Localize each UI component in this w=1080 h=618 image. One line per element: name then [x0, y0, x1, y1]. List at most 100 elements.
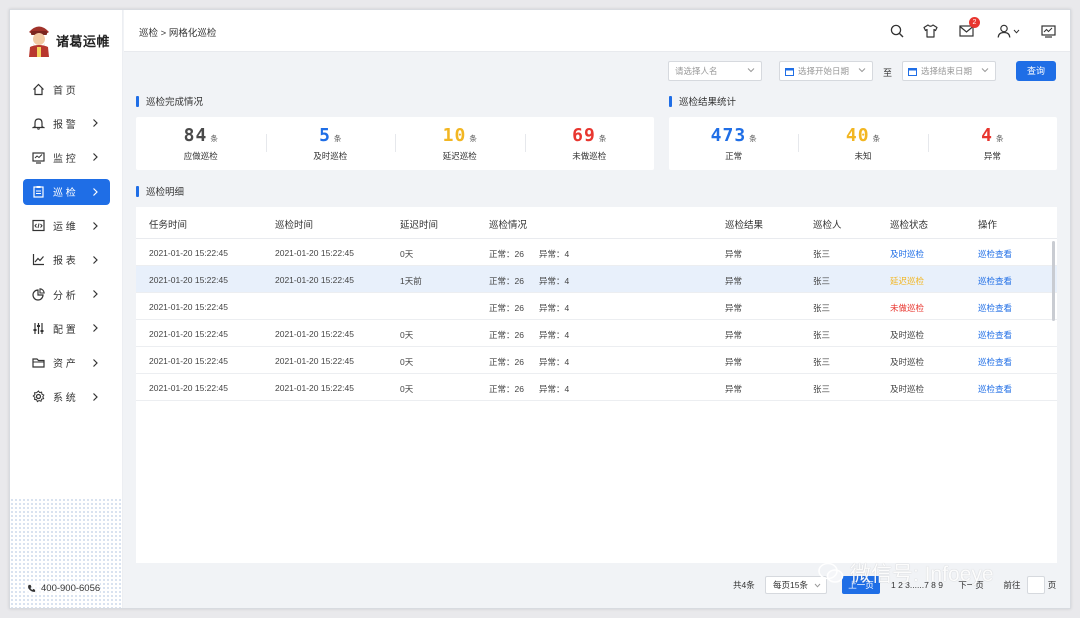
dashboard-screen-icon[interactable] — [1039, 22, 1057, 40]
sidebar-item-1[interactable]: 报 警 — [23, 110, 110, 136]
stat-item: 84 条应做巡检 — [136, 117, 266, 170]
cell-check-time: 2021-01-20 15:22:45 — [275, 356, 354, 366]
stat-value: 84 — [183, 125, 208, 146]
table-row[interactable]: 2021-01-20 15:22:45 2021-01-20 15:22:45 0天… — [136, 320, 1057, 347]
table-scrollbar[interactable] — [1052, 241, 1055, 321]
wechat-watermark: 微信号: Infoeye — [818, 558, 994, 588]
wechat-icon — [818, 562, 844, 583]
logo: 诸葛运帷 — [26, 23, 110, 57]
table-row[interactable]: 2021-01-20 15:22:45 正常：26 异常：4 异常 张三 未做巡检 巡检查看 — [136, 293, 1057, 320]
column-header: 巡检时间 — [275, 220, 314, 231]
cell-task-time: 2021-01-20 15:22:45 — [149, 383, 228, 393]
sidebar-item-label: 系 统 — [53, 393, 76, 405]
chevron-right-icon — [90, 357, 100, 369]
goto-page-input[interactable] — [1027, 576, 1045, 594]
stat-label: 应做巡检 — [183, 151, 218, 161]
sidebar-item-4[interactable]: 运 维 — [23, 213, 110, 239]
stat-value: 473 — [710, 125, 747, 146]
view-inspection-link[interactable]: 巡检查看 — [978, 383, 1012, 395]
logo-text: 诸葛运帷 — [56, 33, 111, 49]
cell-result: 异常 — [725, 330, 743, 340]
results-section-title: 巡检结果统计 — [669, 94, 736, 108]
mail-icon[interactable]: 2 — [957, 17, 980, 40]
end-date-picker[interactable]: 选择结束日期 — [902, 61, 996, 81]
cell-task-time: 2021-01-20 15:22:45 — [149, 329, 228, 339]
sidebar-item-6[interactable]: 分 析 — [23, 281, 110, 307]
sidebar-item-3[interactable]: 巡 检 — [23, 178, 110, 205]
page-size-value: 每页15条 — [773, 580, 808, 590]
phone-number: 400-900-6056 — [41, 583, 101, 594]
code-window-icon — [32, 219, 45, 232]
cell-result: 异常 — [725, 384, 743, 394]
column-header: 巡检情况 — [489, 220, 528, 231]
sidebar-item-7[interactable]: 配 置 — [23, 315, 110, 341]
sidebar-item-label: 监 控 — [53, 153, 76, 165]
view-inspection-link[interactable]: 巡检查看 — [978, 356, 1012, 368]
sidebar-item-label: 运 维 — [53, 222, 76, 234]
column-header: 操作 — [978, 220, 998, 231]
person-select[interactable]: 请选择人名 — [668, 61, 762, 81]
column-header: 巡检状态 — [890, 220, 929, 231]
view-inspection-link[interactable]: 巡检查看 — [978, 302, 1012, 314]
stat-unit: 条 — [598, 134, 607, 143]
monitor-icon — [32, 151, 45, 164]
cell-check-time: 2021-01-20 15:22:45 — [275, 383, 354, 393]
table-header: 任务时间 巡检时间 延迟时间 巡检情况 巡检结果 巡检人 巡检状态 操作 — [136, 207, 1057, 239]
cell-check-time: 2021-01-20 15:22:45 — [275, 329, 354, 339]
view-inspection-link[interactable]: 巡检查看 — [978, 275, 1012, 287]
sidebar-item-2[interactable]: 监 控 — [23, 144, 110, 170]
view-inspection-link[interactable]: 巡检查看 — [978, 329, 1012, 341]
chevron-right-icon — [90, 186, 100, 198]
cell-result: 异常 — [725, 357, 743, 367]
cell-normal: 正常：26 — [489, 330, 524, 340]
table-row[interactable]: 2021-01-20 15:22:45 2021-01-20 15:22:45 1天… — [136, 266, 1057, 293]
stat-value: 10 — [442, 125, 467, 146]
support-phone: 400-900-6056 — [27, 583, 101, 594]
stat-label: 未做巡检 — [572, 151, 607, 161]
cell-abnormal: 异常：4 — [539, 276, 570, 286]
stat-item: 5 条及时巡检 — [265, 117, 396, 170]
sidebar-item-9[interactable]: 系 统 — [23, 384, 110, 410]
table-row[interactable]: 2021-01-20 15:22:45 2021-01-20 15:22:45 0天… — [136, 347, 1057, 374]
sidebar-item-5[interactable]: 报 表 — [23, 247, 110, 273]
query-button[interactable]: 查询 — [1016, 61, 1056, 81]
stat-unit: 条 — [333, 134, 342, 143]
clipboard-icon — [32, 185, 45, 198]
sliders-icon — [32, 322, 45, 335]
stat-label: 及时巡检 — [313, 151, 348, 161]
cell-delay: 0天 — [400, 357, 414, 367]
folder-icon — [32, 356, 45, 369]
column-header: 巡检结果 — [725, 220, 764, 231]
cell-status: 及时巡检 — [890, 330, 925, 340]
cell-task-time: 2021-01-20 15:22:45 — [149, 356, 228, 366]
chevron-down-icon — [858, 68, 866, 73]
start-date-picker[interactable]: 选择开始日期 — [779, 61, 873, 81]
chevron-right-icon — [90, 322, 100, 334]
view-inspection-link[interactable]: 巡检查看 — [978, 248, 1012, 260]
table-row[interactable]: 2021-01-20 15:22:45 2021-01-20 15:22:45 0天… — [136, 239, 1057, 266]
results-stats-card: 473 条正常 40 条未知 4 条异常 — [669, 117, 1057, 170]
top-header: 巡检 > 网格化巡检 2 — [124, 10, 1070, 52]
sidebar-item-0[interactable]: 首 页 — [23, 76, 110, 102]
stat-item: 10 条延迟巡检 — [395, 117, 525, 170]
chevron-right-icon — [90, 254, 100, 266]
stat-unit: 条 — [469, 134, 477, 143]
cell-result: 异常 — [725, 276, 743, 286]
gear-icon — [32, 390, 45, 403]
sidebar-item-label: 配 置 — [53, 324, 76, 336]
user-menu[interactable] — [994, 22, 1022, 40]
shirt-icon[interactable] — [921, 22, 939, 40]
cell-person: 张三 — [813, 384, 831, 394]
stat-label: 异常 — [983, 151, 1001, 161]
cell-delay: 0天 — [400, 249, 414, 259]
cell-abnormal: 异常：4 — [539, 249, 570, 259]
stat-value: 5 — [319, 125, 331, 146]
sidebar-item-8[interactable]: 资 产 — [23, 350, 110, 376]
cell-person: 张三 — [813, 357, 831, 367]
cell-status: 延迟巡检 — [890, 276, 925, 286]
search-icon[interactable] — [888, 22, 906, 40]
table-row[interactable]: 2021-01-20 15:22:45 2021-01-20 15:22:45 0天… — [136, 374, 1057, 401]
stat-value: 4 — [981, 125, 993, 146]
stat-label: 延迟巡检 — [442, 151, 477, 161]
calendar-icon — [785, 67, 794, 76]
